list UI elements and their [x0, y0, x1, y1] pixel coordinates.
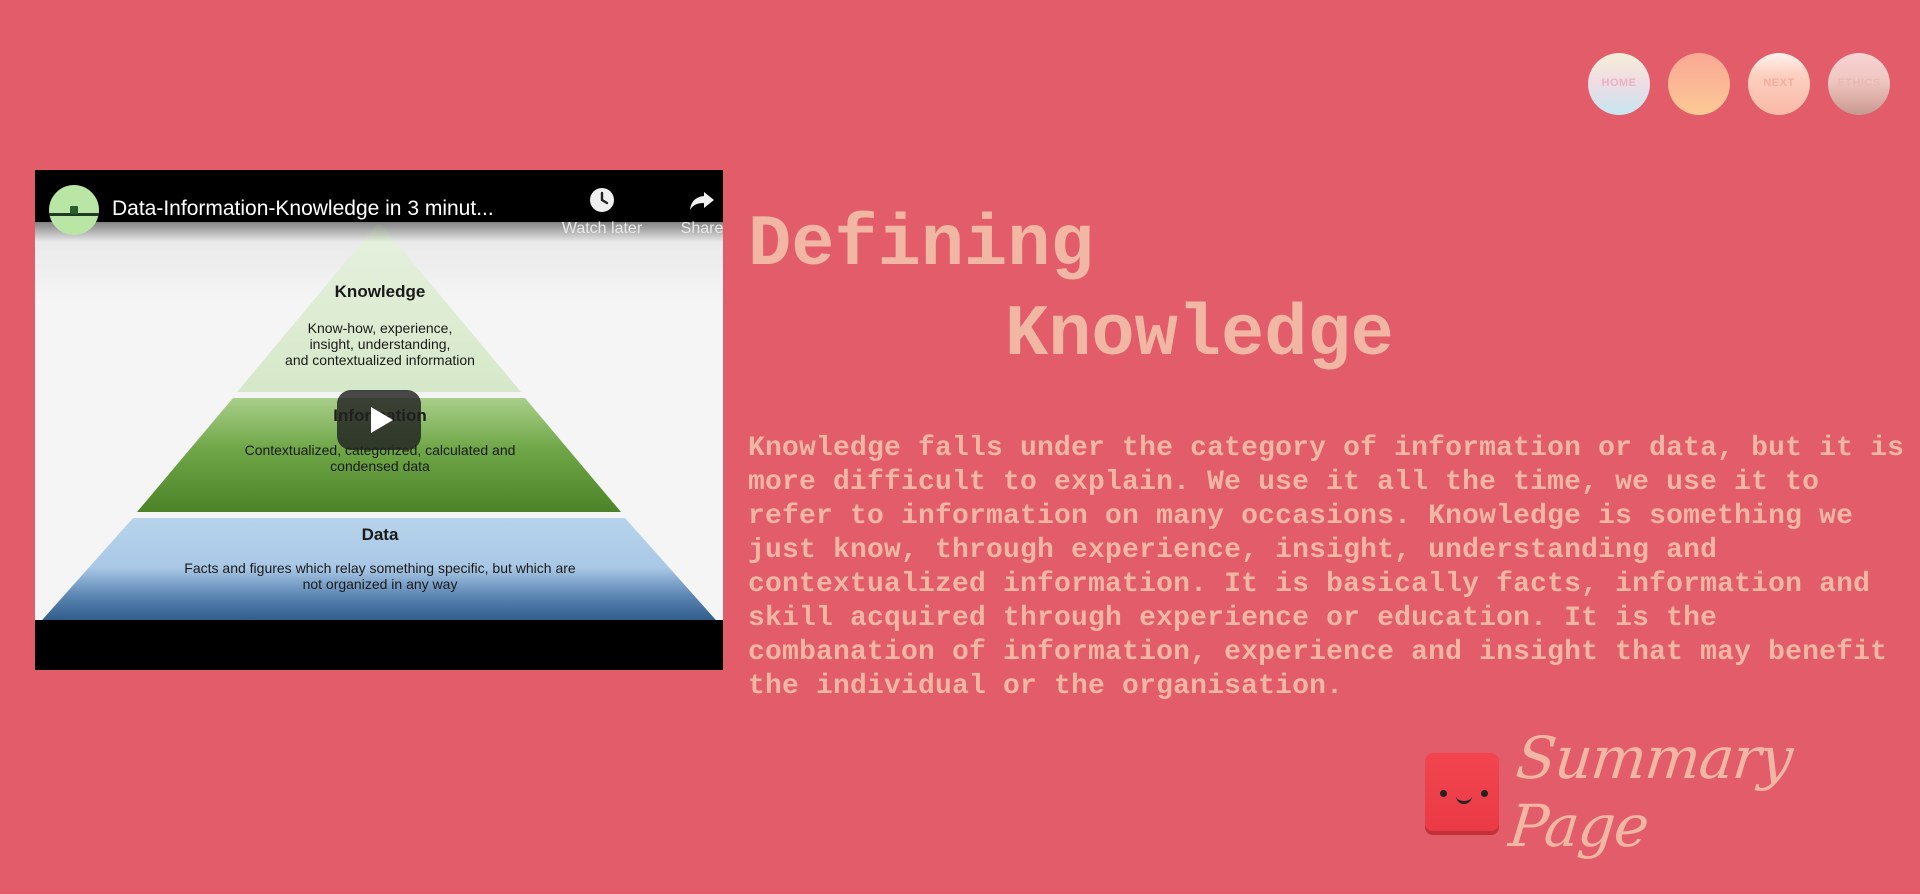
- top-nav: HOME NEXT ETHICS: [1588, 53, 1890, 115]
- pyramid-knowledge-desc-line: and contextualized information: [285, 352, 475, 368]
- pyramid-data-text: Data Facts and figures which relay somet…: [135, 525, 625, 592]
- nav-home-label: HOME: [1601, 76, 1637, 89]
- body-paragraph: Knowledge falls under the category of in…: [748, 433, 1905, 702]
- nav-ethics-label: ETHICS: [1837, 76, 1881, 89]
- summary-page-link[interactable]: Summary Page: [1425, 724, 1920, 860]
- summary-page-label: Summary Page: [1505, 724, 1796, 860]
- nav-next-button[interactable]: NEXT: [1748, 53, 1810, 115]
- pyramid-information-desc-line: condensed data: [330, 458, 430, 474]
- page-title-line2: Knowledge: [1005, 294, 1394, 376]
- watch-later-label: Watch later: [561, 220, 643, 237]
- channel-avatar-dot: [70, 206, 78, 214]
- page-title: Defining Knowledge: [748, 200, 1394, 380]
- pyramid-knowledge-desc-line: insight, understanding,: [309, 336, 451, 352]
- play-icon: [370, 407, 393, 433]
- pyramid-knowledge-text: Knowledge Know-how, experience, insight,…: [255, 282, 505, 368]
- share-icon: [690, 192, 714, 210]
- pyramid-knowledge-desc-line: Know-how, experience,: [307, 320, 453, 336]
- smiley-left-eye: [1440, 790, 1447, 797]
- nav-home-button[interactable]: HOME: [1588, 53, 1650, 115]
- smiley-mouth: [1456, 793, 1472, 804]
- pyramid-knowledge-title: Knowledge: [334, 282, 426, 301]
- pyramid-data-desc-line: Facts and figures which relay something …: [184, 560, 576, 576]
- video-title[interactable]: Data-Information-Knowledge in 3 minut...: [112, 197, 532, 221]
- nav-next-label: NEXT: [1763, 76, 1795, 89]
- pyramid-data-desc-line: not organized in any way: [302, 576, 458, 592]
- smiley-right-eye: [1481, 790, 1488, 797]
- play-button[interactable]: [337, 390, 421, 450]
- page-title-line1: Defining: [748, 204, 1094, 286]
- channel-avatar[interactable]: [49, 185, 99, 235]
- clock-icon: [590, 188, 614, 212]
- pyramid-data-desc: Facts and figures which relay something …: [135, 560, 625, 592]
- share-label: Share: [680, 220, 723, 237]
- share-button[interactable]: Share: [642, 186, 723, 238]
- nav-ethics-button[interactable]: ETHICS: [1828, 53, 1890, 115]
- video-player[interactable]: Knowledge Know-how, experience, insight,…: [35, 170, 723, 670]
- smiley-icon: [1425, 753, 1499, 831]
- pyramid-data-title: Data: [361, 525, 399, 544]
- nav-button-2[interactable]: [1668, 53, 1730, 115]
- pyramid-knowledge-desc: Know-how, experience, insight, understan…: [255, 320, 505, 368]
